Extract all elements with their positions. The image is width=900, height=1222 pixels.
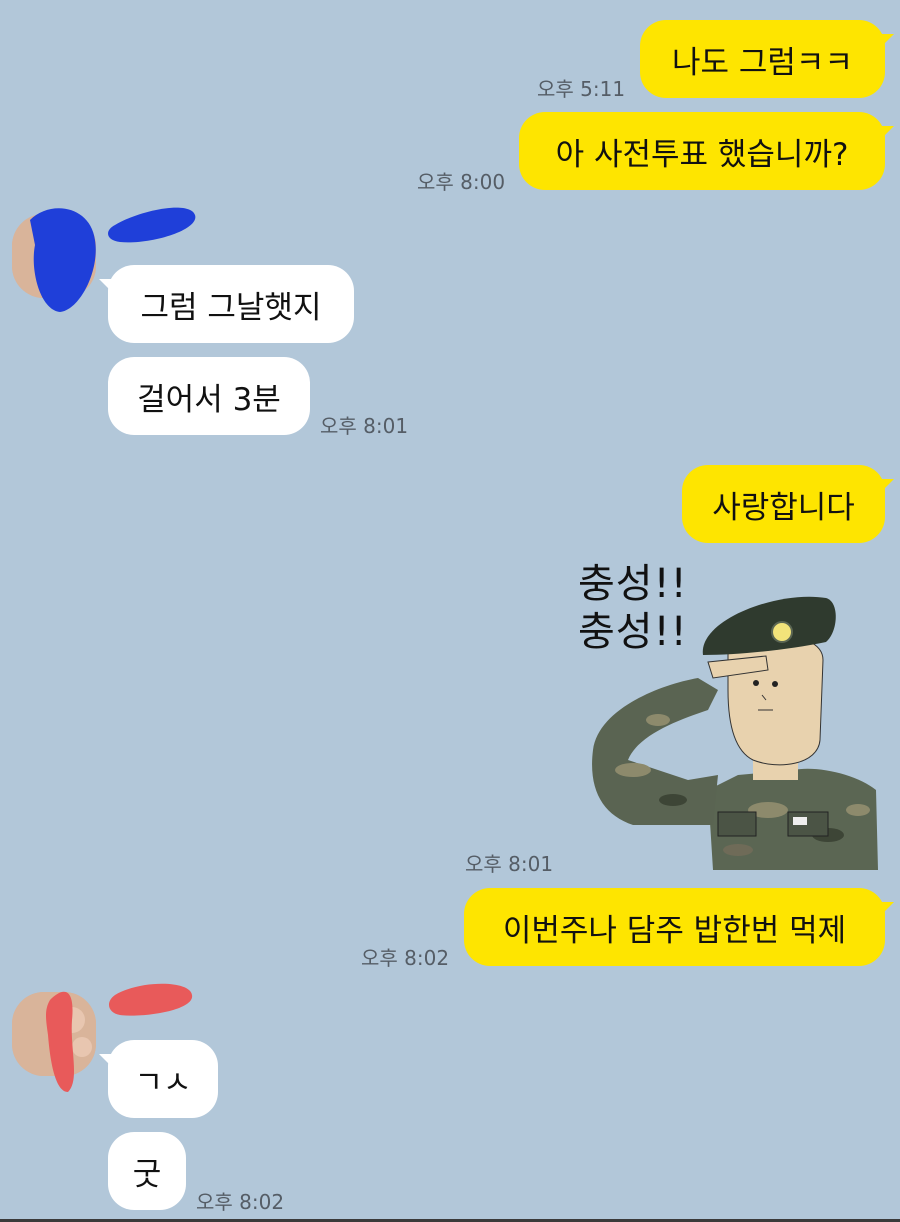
message-timestamp: 오후 8:01 xyxy=(465,852,554,876)
message-text: 사랑합니다 xyxy=(712,489,855,526)
message-text: 걸어서 3분 xyxy=(137,381,281,418)
message-bubble-mine[interactable]: 이번주나 담주 밥한번 먹제 xyxy=(464,888,894,966)
message-text: ㄱㅅ xyxy=(134,1064,192,1101)
soldier-illustration xyxy=(592,596,878,870)
message-timestamp: 오후 8:02 xyxy=(361,946,450,970)
message-bubble-theirs[interactable]: 굿 xyxy=(108,1132,186,1210)
message-bubble-mine[interactable]: 아 사전투표 했습니까? xyxy=(519,112,894,190)
message-bubble-mine[interactable]: 나도 그럼ㅋㅋ xyxy=(640,20,894,98)
message-bubble-theirs[interactable]: 그럼 그날햇지 xyxy=(99,265,354,343)
salute-sticker[interactable]: 충성!! 충성!! xyxy=(578,560,888,870)
message-text: 굿 xyxy=(132,1156,162,1193)
message-text: 아 사전투표 했습니까? xyxy=(555,136,849,173)
message-text: 이번주나 담주 밥한번 먹제 xyxy=(502,912,847,949)
message-bubble-theirs[interactable]: 걸어서 3분 xyxy=(108,357,310,435)
message-timestamp: 오후 5:11 xyxy=(537,77,626,101)
message-timestamp: 오후 8:01 xyxy=(320,414,409,438)
message-text: 그럼 그날햇지 xyxy=(140,289,322,326)
message-text: 나도 그럼ㅋㅋ xyxy=(672,44,853,81)
message-bubble-mine[interactable]: 사랑합니다 xyxy=(682,465,894,543)
message-timestamp: 오후 8:02 xyxy=(196,1190,285,1214)
message-bubble-theirs[interactable]: ㄱㅅ xyxy=(99,1040,218,1118)
message-timestamp: 오후 8:00 xyxy=(417,170,506,194)
